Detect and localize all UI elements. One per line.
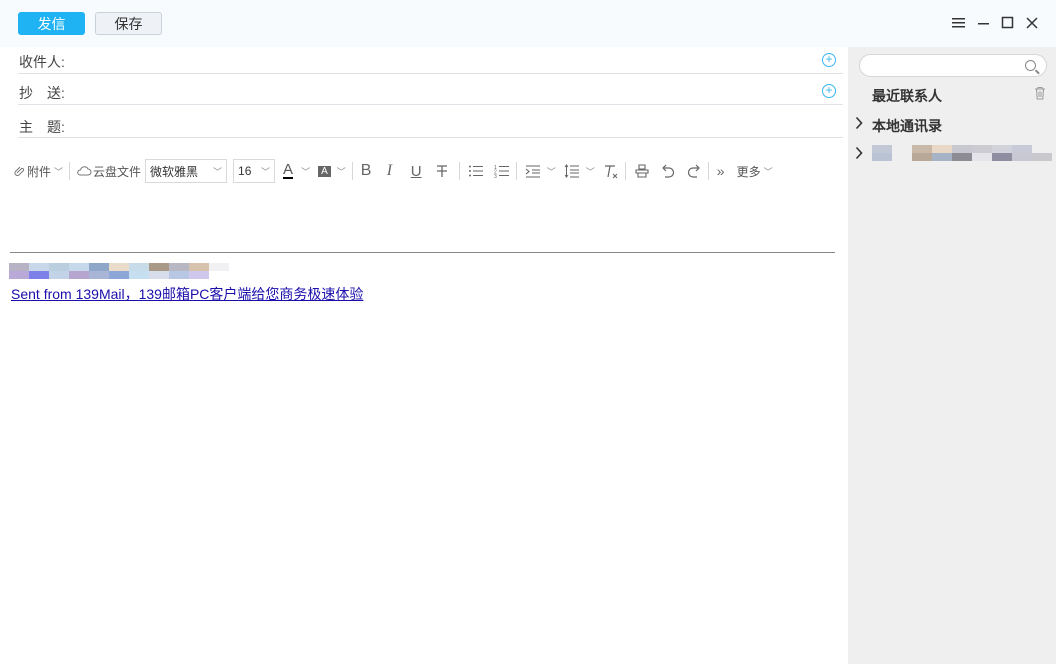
cc-label: 抄 送: xyxy=(19,85,65,101)
redo-icon[interactable] xyxy=(686,158,702,184)
numbered-list-icon[interactable]: 123 xyxy=(494,158,510,184)
top-bar: 发信 保存 xyxy=(0,0,1056,47)
indent-icon xyxy=(525,165,540,178)
to-field[interactable]: 收件人: + xyxy=(18,47,843,74)
highlight-icon: A xyxy=(318,165,331,177)
chevron-right-icon[interactable] xyxy=(855,146,863,163)
format-painter-icon[interactable] xyxy=(634,158,650,184)
divider xyxy=(624,162,626,180)
attach-label: 附件 xyxy=(27,164,52,179)
cloud-file-button[interactable]: 云盘文件 xyxy=(76,158,141,184)
contact-search-input[interactable] xyxy=(859,54,1047,77)
font-family-value: 微软雅黑 xyxy=(150,164,199,179)
font-color-button[interactable]: A ﹀ xyxy=(283,158,310,184)
menu-icon[interactable] xyxy=(950,14,968,32)
line-height-button[interactable]: ﹀ xyxy=(564,158,595,184)
cloud-icon xyxy=(77,166,92,176)
redacted-contact-group[interactable] xyxy=(872,145,1052,161)
close-icon[interactable] xyxy=(1023,14,1041,32)
send-button[interactable]: 发信 xyxy=(18,12,85,35)
cc-field[interactable]: 抄 送: + xyxy=(18,74,843,105)
strikethrough-icon[interactable] xyxy=(435,158,453,184)
font-family-select[interactable]: 微软雅黑 ﹀ xyxy=(145,159,228,183)
add-recipient-icon[interactable]: + xyxy=(822,53,836,67)
font-size-select[interactable]: 16 ﹀ xyxy=(233,159,276,183)
local-addressbook-title[interactable]: 本地通讯录 xyxy=(872,116,942,136)
search-icon[interactable] xyxy=(1025,60,1036,71)
font-size-value: 16 xyxy=(238,164,252,178)
attach-button[interactable]: 附件 ﹀ xyxy=(14,158,63,184)
chevron-down-icon: ﹀ xyxy=(261,166,271,177)
chevron-down-icon: ﹀ xyxy=(763,166,773,177)
divider xyxy=(69,162,71,180)
more-button[interactable]: 更多 ﹀ xyxy=(737,158,773,184)
font-color-icon: A xyxy=(283,161,294,179)
minimize-icon[interactable] xyxy=(975,14,993,32)
add-cc-icon[interactable]: + xyxy=(822,84,836,98)
divider xyxy=(351,162,353,180)
chevron-down-icon: ﹀ xyxy=(301,166,311,177)
cloud-label: 云盘文件 xyxy=(93,164,142,179)
svg-text:3: 3 xyxy=(494,174,497,178)
chevron-down-icon: ﹀ xyxy=(213,166,223,177)
chevron-right-icon[interactable] xyxy=(855,116,863,133)
paperclip-icon xyxy=(14,166,25,176)
editor-toolbar: 附件 ﹀ 云盘文件 微软雅黑 ﹀ 16 ﹀ A ﹀ A ﹀ B I U 123 … xyxy=(14,156,844,186)
divider xyxy=(458,162,460,180)
chevron-down-icon: ﹀ xyxy=(54,166,64,177)
clear-format-icon[interactable] xyxy=(603,158,619,184)
chevron-down-icon: ﹀ xyxy=(336,166,346,177)
bold-icon[interactable]: B xyxy=(361,158,381,184)
to-label: 收件人: xyxy=(19,54,65,70)
underline-icon[interactable]: U xyxy=(411,158,431,184)
divider xyxy=(707,162,709,180)
signature-link[interactable]: Sent from 139Mail，139邮箱PC客户端给您商务极速体验 xyxy=(11,284,363,304)
more-label: 更多 xyxy=(736,164,761,179)
italic-icon[interactable]: I xyxy=(387,158,405,184)
contacts-sidebar: 最近联系人 本地通讯录 xyxy=(848,47,1056,664)
highlight-button[interactable]: A ﹀ xyxy=(318,158,346,184)
trash-icon[interactable] xyxy=(1034,86,1046,100)
subject-label: 主 题: xyxy=(19,119,65,135)
save-button[interactable]: 保存 xyxy=(95,12,162,35)
divider xyxy=(515,162,517,180)
chevron-down-icon: ﹀ xyxy=(585,166,595,177)
indent-button[interactable]: ﹀ xyxy=(525,158,556,184)
redacted-signature xyxy=(9,263,229,279)
expand-icon[interactable]: » xyxy=(717,158,725,184)
recent-contacts-title[interactable]: 最近联系人 xyxy=(872,86,942,106)
line-height-icon xyxy=(564,164,579,178)
maximize-icon[interactable] xyxy=(999,14,1017,32)
subject-field[interactable]: 主 题: xyxy=(18,105,843,138)
undo-icon[interactable] xyxy=(660,158,676,184)
bullet-list-icon[interactable] xyxy=(468,158,484,184)
signature-divider xyxy=(10,252,835,253)
chevron-down-icon: ﹀ xyxy=(546,166,556,177)
